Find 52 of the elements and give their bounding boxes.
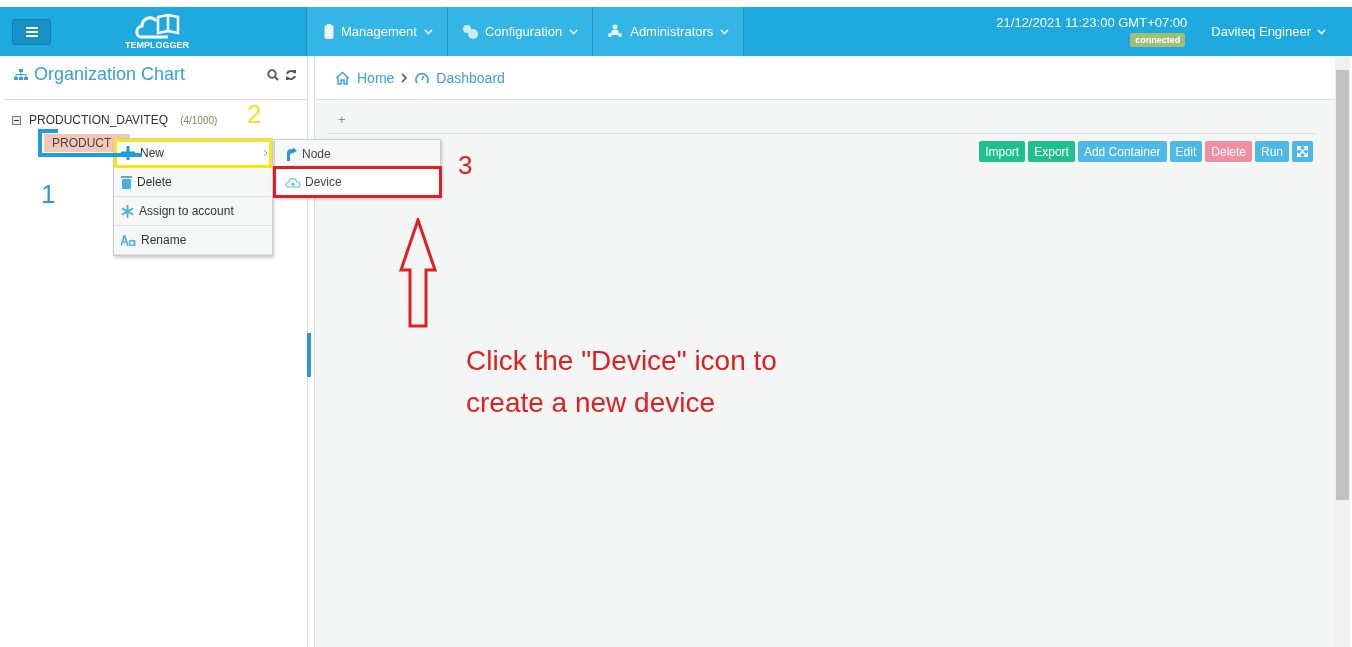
caret-icon — [263, 149, 268, 157]
menu-item[interactable]: Rename — [114, 226, 272, 255]
chevron-down-icon — [423, 28, 433, 35]
menu-item[interactable]: Node — [275, 140, 440, 168]
fullscreen-button[interactable] — [1292, 141, 1313, 162]
node-count: (4/1000) — [180, 114, 218, 126]
chevron-right-icon — [401, 72, 409, 83]
toolbar-button[interactable]: Run — [1255, 141, 1289, 162]
org-chart-icon — [14, 68, 28, 81]
refresh-icon[interactable] — [285, 68, 297, 81]
plus-icon — [121, 146, 135, 160]
menu-button[interactable] — [12, 18, 51, 45]
toolbar-button[interactable]: Export — [1028, 141, 1075, 162]
chevron-down-icon — [720, 28, 730, 35]
cloud-icon — [285, 176, 301, 188]
breadcrumb-link[interactable]: Dashboard — [436, 69, 505, 86]
snowflake-icon — [121, 204, 134, 218]
step-number: 3 — [458, 152, 473, 178]
toolbar-button[interactable]: Add Container — [1077, 141, 1167, 162]
chevron-down-icon — [569, 28, 579, 35]
logo-text: TEMPLOGGER — [125, 40, 189, 50]
breadcrumb-link[interactable]: Home — [357, 69, 395, 86]
tree-node[interactable]: PRODUCTION_DAVITEQ — [29, 113, 169, 127]
toolbar-button[interactable]: Edit — [1169, 141, 1203, 162]
datetime: 21/12/2021 11:23:00 GMT+07:00 — [996, 15, 1188, 30]
trash-icon — [121, 175, 132, 189]
splitter-handle[interactable] — [307, 333, 311, 377]
chevron-down-icon — [1317, 28, 1326, 35]
status-badge: connected — [1130, 33, 1186, 47]
toolbar-button[interactable]: Delete — [1205, 141, 1252, 162]
collapse-toggle-icon[interactable] — [12, 115, 21, 125]
menu-item[interactable]: Assign to account — [114, 197, 272, 226]
scrollbar[interactable] — [1335, 56, 1350, 647]
expand-icon — [1297, 146, 1308, 157]
battery-icon — [324, 24, 334, 39]
step-number: 1 — [41, 181, 56, 207]
cloud-book-icon — [134, 13, 180, 39]
menu-icon — [25, 26, 38, 37]
gears-icon — [461, 24, 478, 39]
step-number: 2 — [247, 101, 262, 127]
font-icon — [121, 234, 136, 246]
menu-item[interactable]: Device — [275, 168, 440, 196]
gauge-icon — [415, 71, 430, 84]
people-icon — [607, 24, 624, 39]
home-icon — [335, 70, 350, 85]
toolbar-button[interactable]: Import — [979, 141, 1026, 162]
user-menu[interactable]: Daviteq Engineer — [1211, 7, 1326, 39]
add-tab-button[interactable]: + — [338, 112, 346, 127]
panel-title: Organization Chart — [34, 64, 186, 85]
menu-item[interactable]: Delete — [114, 168, 272, 197]
zoom-icon[interactable] — [267, 68, 279, 81]
annotation-text: Click the "Device" icon to create a new device — [466, 344, 778, 420]
